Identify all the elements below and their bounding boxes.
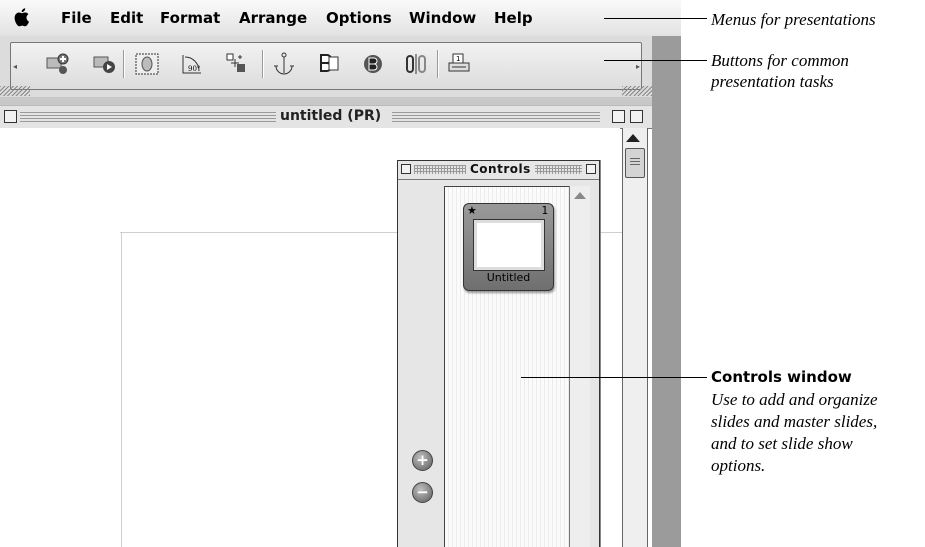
slide-preview [473, 219, 545, 271]
callout-buttons-line2: presentation tasks [711, 72, 834, 91]
slide-list-scrollbar[interactable] [569, 186, 590, 547]
menu-file[interactable]: File [61, 9, 92, 27]
link-icon[interactable] [403, 51, 429, 77]
callout-leader-line [604, 18, 707, 19]
menu-arrange[interactable]: Arrange [239, 9, 307, 27]
callout-leader-line [521, 377, 707, 378]
screenshot: File Edit Format Arrange Options Window … [0, 0, 681, 547]
callout-leader-line [604, 60, 707, 61]
callout-controls-line: slides and master slides, [711, 412, 878, 431]
play-slideshow-icon[interactable] [92, 51, 118, 77]
title-bar-stripes [392, 112, 600, 123]
slide-border [598, 232, 622, 233]
scroll-left-icon[interactable]: ◂ [13, 62, 17, 71]
rulers-icon[interactable] [134, 51, 160, 77]
slide-border [121, 232, 122, 547]
button-bar: ◂ ▸ 90° 1 [0, 36, 653, 97]
controls-window: Controls ★ 1 Untitled + − [397, 160, 600, 547]
ungroup-icon[interactable] [360, 51, 386, 77]
callout-menus: Menus for presentations [711, 10, 876, 29]
add-slide-button[interactable]: + [412, 450, 433, 471]
desktop-background [652, 97, 681, 547]
menu-options[interactable]: Options [326, 9, 392, 27]
slide-number: 1 [541, 204, 548, 217]
resize-grip[interactable] [0, 86, 30, 96]
apple-menu-icon[interactable] [12, 6, 32, 28]
collapse-box-icon[interactable] [630, 110, 643, 123]
slide-border [120, 232, 397, 233]
collapse-box-icon[interactable] [586, 164, 596, 174]
scroll-right-icon[interactable]: ▸ [636, 62, 640, 71]
close-box-icon[interactable] [401, 164, 411, 174]
toolbar-separator [437, 50, 439, 78]
zoom-box-icon[interactable] [612, 110, 625, 123]
add-slide-icon[interactable] [45, 51, 71, 77]
align-icon[interactable] [223, 51, 249, 77]
resize-grip[interactable] [622, 86, 652, 96]
delete-slide-button[interactable]: − [412, 482, 433, 503]
menu-bar: File Edit Format Arrange Options Window … [0, 0, 681, 37]
controls-title: Controls [466, 162, 535, 176]
vertical-scrollbar[interactable] [622, 128, 648, 547]
scroll-thumb[interactable] [625, 148, 645, 178]
document-title: untitled (PR) [280, 108, 382, 124]
callout-controls-heading: Controls window [711, 368, 852, 386]
desktop-background [652, 36, 681, 97]
controls-title-bar[interactable]: Controls [398, 161, 599, 180]
menu-window[interactable]: Window [409, 9, 476, 27]
menu-help[interactable]: Help [494, 9, 533, 27]
close-box-icon[interactable] [4, 110, 17, 123]
svg-text:1: 1 [456, 55, 460, 63]
toolbar-separator [262, 50, 264, 78]
toolbar-separator [123, 50, 125, 78]
scroll-up-icon[interactable] [626, 134, 640, 142]
master-star-icon: ★ [467, 204, 477, 217]
svg-text:90°: 90° [188, 65, 200, 73]
slide-thumbnail[interactable]: ★ 1 Untitled [463, 203, 554, 291]
callout-controls-line: options. [711, 456, 766, 475]
menu-format[interactable]: Format [160, 9, 220, 27]
window-gap [0, 97, 652, 105]
group-icon[interactable] [316, 51, 342, 77]
anchor-icon[interactable] [271, 51, 297, 77]
slide-list[interactable]: ★ 1 Untitled [444, 186, 571, 547]
menu-edit[interactable]: Edit [110, 9, 143, 27]
rotate-90-icon[interactable]: 90° [179, 51, 205, 77]
callout-buttons-line1: Buttons for common [711, 51, 849, 70]
document-title-bar[interactable]: untitled (PR) [0, 105, 652, 129]
slide-name: Untitled [486, 271, 531, 284]
title-bar-stripes [20, 112, 276, 123]
scroll-up-icon[interactable] [574, 192, 586, 199]
callout-controls-line: Use to add and organize [711, 390, 878, 409]
print-icon[interactable]: 1 [446, 51, 472, 77]
callout-controls-line: and to set slide show [711, 434, 853, 453]
